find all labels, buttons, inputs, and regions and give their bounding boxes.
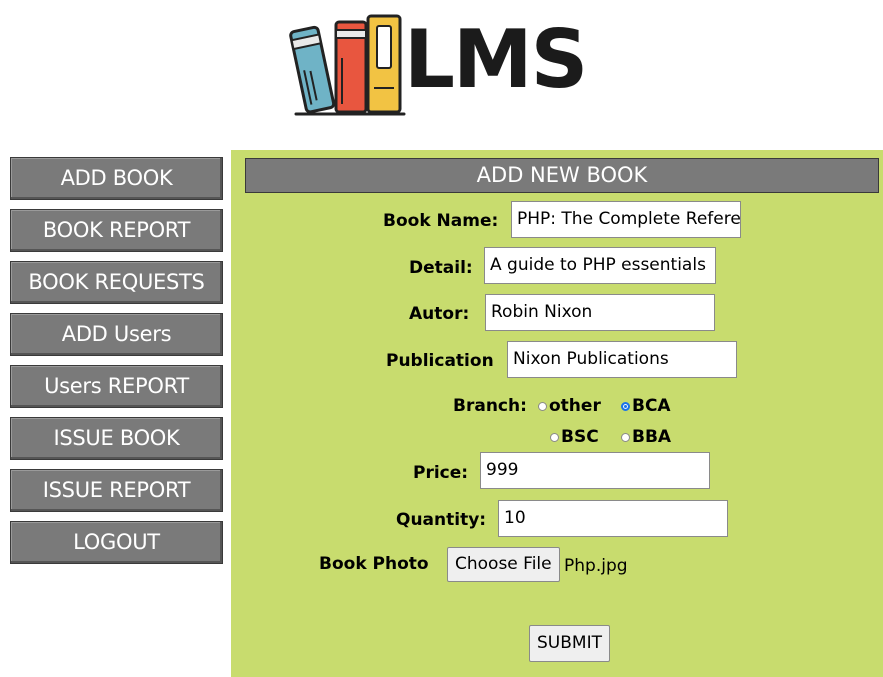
radio-button[interactable] (550, 432, 559, 442)
radio-button[interactable] (621, 432, 630, 442)
radio-label: BCA (632, 396, 671, 416)
radio-button[interactable] (538, 401, 547, 411)
lms-logo: LMS (286, 8, 606, 120)
sidebar-item-issue-report[interactable]: ISSUE REPORT (10, 469, 223, 512)
sidebar-item-add-book[interactable]: ADD BOOK (10, 157, 223, 200)
detail-label: Detail: (409, 258, 473, 278)
radio-label: BSC (561, 427, 599, 447)
author-label: Autor: (409, 304, 470, 324)
branch-radio-other[interactable]: other (538, 395, 601, 417)
radio-label: other (549, 396, 601, 416)
sidebar-item-users-report[interactable]: Users REPORT (10, 365, 223, 408)
branch-radio-bba[interactable]: BBA (621, 426, 671, 448)
books-icon (289, 14, 406, 116)
branch-radio-bsc[interactable]: BSC (550, 426, 599, 448)
sidebar-item-book-report[interactable]: BOOK REPORT (10, 209, 223, 252)
book-name-label: Book Name: (383, 211, 499, 231)
book-name-input[interactable]: PHP: The Complete Refere (511, 201, 741, 238)
publication-label: Publication (386, 351, 494, 371)
sidebar-item-add-users[interactable]: ADD Users (10, 313, 223, 356)
panel-title: ADD NEW BOOK (245, 158, 879, 193)
book-photo-label: Book Photo (319, 554, 429, 574)
logo-text: LMS (404, 13, 588, 106)
sidebar: ADD BOOK BOOK REPORT BOOK REQUESTS ADD U… (10, 157, 223, 573)
quantity-label: Quantity: (396, 510, 487, 530)
sidebar-item-issue-book[interactable]: ISSUE BOOK (10, 417, 223, 460)
sidebar-item-book-requests[interactable]: BOOK REQUESTS (10, 261, 223, 304)
price-input[interactable]: 999 (480, 452, 710, 489)
detail-input[interactable]: A guide to PHP essentials (484, 247, 716, 284)
publication-input[interactable]: Nixon Publications (507, 341, 737, 378)
radio-button-checked[interactable] (621, 401, 630, 411)
choose-file-button[interactable]: Choose File (447, 547, 560, 582)
branch-label: Branch: (453, 396, 527, 416)
radio-label: BBA (632, 427, 672, 447)
add-book-panel: ADD NEW BOOK Book Name: PHP: The Complet… (231, 150, 883, 677)
submit-button[interactable]: SUBMIT (529, 625, 610, 662)
selected-file-name: Php.jpg (564, 556, 628, 576)
quantity-input[interactable]: 10 (498, 500, 728, 537)
author-input[interactable]: Robin Nixon (485, 294, 715, 331)
price-label: Price: (413, 463, 469, 483)
sidebar-item-logout[interactable]: LOGOUT (10, 521, 223, 564)
branch-radio-bca[interactable]: BCA (621, 395, 671, 417)
